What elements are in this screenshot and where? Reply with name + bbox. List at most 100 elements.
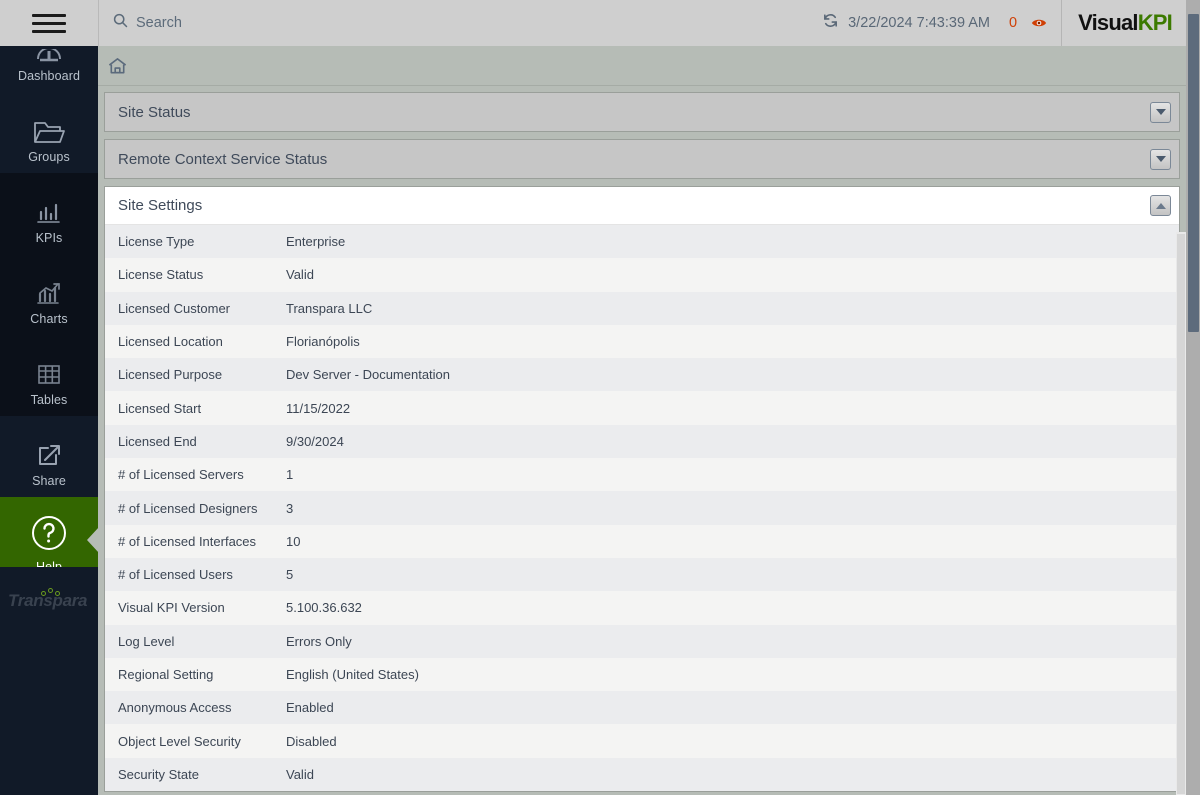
table-row: Visual KPI Version 5.100.36.632 [105,591,1179,625]
panel-title-site-status: Site Status [118,103,191,121]
trend-chart-icon [32,274,66,308]
setting-value: 5.100.36.632 [286,600,362,616]
setting-value: Transpara LLC [286,300,373,316]
panel-title-site-settings: Site Settings [118,197,203,214]
sidebar-item-label-kpis: KPIs [35,231,63,245]
table-grid-icon [32,355,66,389]
home-icon[interactable] [107,56,128,76]
table-row: Licensed End 9/30/2024 [105,424,1179,459]
setting-label: License Status [118,267,204,283]
table-row: Object Level Security Disabled [105,724,1179,758]
panel-stack: Site Status Remote Context Service Statu… [98,86,1186,793]
setting-label: Licensed Purpose [118,367,223,383]
setting-label: # of Licensed Servers [118,467,244,483]
setting-label: Object Level Security [118,733,241,749]
panel-header-remote-context-service-status[interactable]: Remote Context Service Status [105,140,1179,178]
setting-label: # of Licensed Interfaces [118,533,257,549]
sidebar: Dashboard Groups KPIs Charts Tables Shar… [0,0,99,795]
sidebar-item-label-dashboard: Dashboard [17,69,81,83]
application-window: Dashboard Groups KPIs Charts Tables Shar… [0,0,1200,795]
sidebar-item-share[interactable]: Share [0,416,98,497]
chevron-down-icon[interactable] [1150,148,1171,170]
refresh-timestamp: 3/22/2024 7:43:39 AM [848,15,991,31]
top-bar-right: 3/22/2024 7:43:39 AM 0 VisualKPI [822,0,1186,46]
setting-value: 10 [286,533,301,549]
question-circle-icon [28,510,70,556]
setting-value: 5 [286,567,294,583]
panel-title-remote-context-service-status: Remote Context Service Status [118,150,328,168]
visualkpi-logo[interactable]: VisualKPI [1061,0,1186,46]
setting-value: 3 [286,500,294,516]
table-row: Anonymous Access Enabled [105,691,1179,725]
hamburger-menu-icon [32,9,66,38]
table-row: # of Licensed Servers 1 [105,458,1179,492]
search-input[interactable]: Search [99,0,822,46]
panel-site-settings[interactable]: Site Settings License Type Enterprise Lice… [104,186,1180,793]
table-row: Security State Valid [105,757,1179,792]
sidebar-item-groups[interactable]: Groups [0,92,98,173]
panel-header-site-status[interactable]: Site Status [105,93,1179,131]
panel-site-status[interactable]: Site Status [104,92,1180,132]
eye-icon[interactable] [1031,17,1047,29]
setting-label: Licensed Start [118,400,202,416]
setting-label: Visual KPI Version [118,600,225,616]
setting-value: Enterprise [286,234,346,250]
top-bar: Search 3/22/2024 7:43:39 AM 0 VisualKPI [98,0,1186,46]
panel-remote-context-service-status[interactable]: Remote Context Service Status [104,139,1180,179]
sidebar-item-dashboard[interactable]: Dashboard [0,46,98,92]
panel-scrollbar-track[interactable] [1176,232,1186,795]
sidebar-item-label-share: Share [32,474,66,488]
sidebar-nav-list: Dashboard Groups KPIs Charts Tables Shar… [0,46,99,583]
setting-label: Security State [118,766,199,782]
breadcrumb [98,46,1186,86]
setting-label: Anonymous Access [118,700,232,716]
setting-value: English (United States) [286,667,419,682]
table-row: # of Licensed Users 5 [105,557,1179,592]
setting-value: Florianópolis [286,334,360,350]
page-scrollbar-thumb[interactable] [1188,14,1199,332]
table-row: Licensed Location Florianópolis [105,324,1179,359]
setting-value: Dev Server - Documentation [286,367,451,383]
setting-label: Licensed Customer [118,300,230,316]
sidebar-item-label-charts: Charts [30,312,68,326]
setting-value: Valid [286,766,314,782]
table-row: Licensed Purpose Dev Server - Documentati… [105,358,1179,392]
site-settings-table: License Type Enterprise License Status Vali… [105,225,1179,792]
hamburger-menu-button[interactable] [0,0,98,46]
setting-value: Errors Only [286,633,352,649]
refresh-icon[interactable] [822,12,839,34]
alarm-count: 0 [1009,15,1018,31]
sidebar-item-label-groups: Groups [28,150,70,164]
logo-text-kpi: KPI [1137,10,1173,35]
page-scrollbar-track[interactable] [1186,0,1200,795]
setting-label: Licensed Location [118,334,223,350]
transpara-logo: Transpara [0,567,98,795]
panel-scrollbar-thumb[interactable] [1177,234,1185,794]
sidebar-item-label-tables: Tables [30,393,68,407]
table-row: License Type Enterprise [105,225,1179,259]
setting-value: Disabled [286,733,337,749]
sidebar-item-kpis[interactable]: KPIs [0,173,98,254]
refresh-status-cluster[interactable]: 3/22/2024 7:43:39 AM 0 [822,0,1061,46]
active-item-pointer [87,527,99,553]
setting-label: Regional Setting [118,667,214,682]
table-row: Licensed Start 11/15/2022 [105,391,1179,425]
sidebar-item-charts[interactable]: Charts [0,254,98,335]
setting-label: # of Licensed Users [118,567,233,583]
share-icon [32,436,66,470]
table-row: # of Licensed Designers 3 [105,491,1179,525]
chevron-up-icon[interactable] [1150,195,1171,216]
setting-value: 1 [286,467,294,483]
search-icon [113,13,128,33]
setting-value: 11/15/2022 [286,400,351,416]
table-row: Log Level Errors Only [105,624,1179,658]
setting-label: Log Level [118,633,175,649]
sidebar-item-tables[interactable]: Tables [0,335,98,416]
chevron-down-icon[interactable] [1150,101,1171,123]
search-placeholder: Search [136,15,182,31]
table-row: Regional Setting English (United States) [105,657,1179,692]
setting-label: Licensed End [118,433,197,449]
panel-header-site-settings[interactable]: Site Settings [105,187,1179,225]
main-content: Site Status Remote Context Service Statu… [98,46,1186,795]
setting-label: License Type [118,234,195,250]
